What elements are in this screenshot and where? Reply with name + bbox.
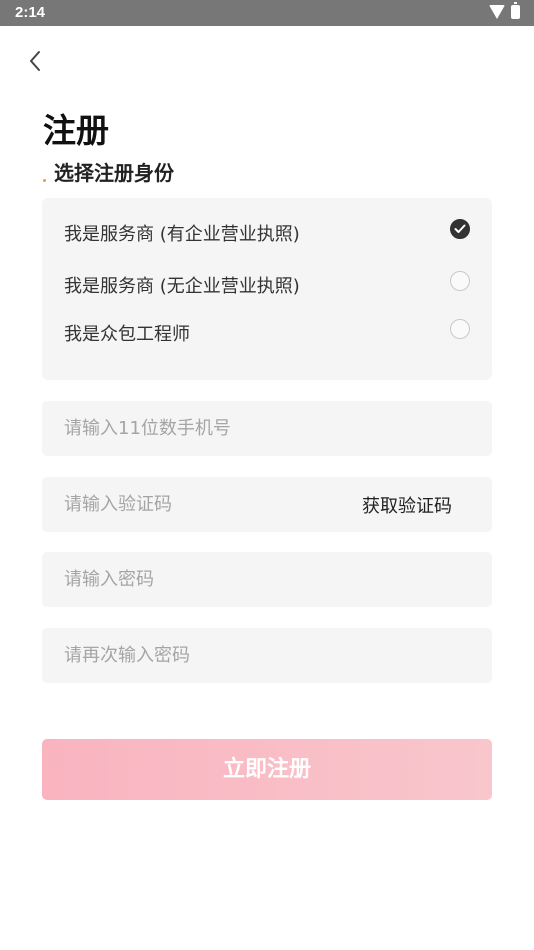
identity-option-unlicensed-provider[interactable]: 我是服务商 (无企业营业执照) bbox=[64, 266, 470, 302]
confirm-password-input[interactable] bbox=[42, 628, 492, 683]
confirm-password-field bbox=[42, 628, 492, 683]
status-bar: 2:14 bbox=[0, 0, 534, 26]
radio-checked-icon[interactable] bbox=[450, 219, 470, 239]
phone-input[interactable] bbox=[42, 401, 492, 456]
identity-selector: 我是服务商 (有企业营业执照) 我是服务商 (无企业营业执照) 我是众包工程师 bbox=[42, 198, 492, 380]
option-label: 我是服务商 (无企业营业执照) bbox=[64, 276, 300, 297]
identity-option-crowd-engineer[interactable]: 我是众包工程师 bbox=[64, 314, 470, 350]
back-button[interactable] bbox=[22, 46, 50, 76]
section-dot bbox=[43, 179, 46, 182]
section-label-text: 选择注册身份 bbox=[54, 161, 174, 185]
wifi-icon bbox=[489, 5, 505, 19]
page-title: 注册 bbox=[43, 111, 109, 150]
identity-option-licensed-provider[interactable]: 我是服务商 (有企业营业执照) bbox=[64, 214, 470, 250]
option-label: 我是服务商 (有企业营业执照) bbox=[64, 224, 300, 245]
chevron-left-icon bbox=[30, 51, 40, 71]
password-field bbox=[42, 552, 492, 607]
get-code-button[interactable]: 获取验证码 bbox=[362, 492, 452, 518]
register-button[interactable]: 立即注册 bbox=[42, 739, 492, 800]
verification-code-field: 获取验证码 bbox=[42, 477, 492, 532]
radio-unchecked-icon[interactable] bbox=[450, 319, 470, 339]
status-icons bbox=[489, 2, 520, 19]
option-label: 我是众包工程师 bbox=[64, 324, 190, 345]
verification-code-input[interactable] bbox=[42, 477, 332, 532]
radio-unchecked-icon[interactable] bbox=[450, 271, 470, 291]
password-input[interactable] bbox=[42, 552, 492, 607]
battery-icon bbox=[511, 2, 520, 19]
section-label: 选择注册身份 bbox=[43, 157, 174, 186]
phone-field bbox=[42, 401, 492, 456]
status-time: 2:14 bbox=[15, 4, 46, 21]
